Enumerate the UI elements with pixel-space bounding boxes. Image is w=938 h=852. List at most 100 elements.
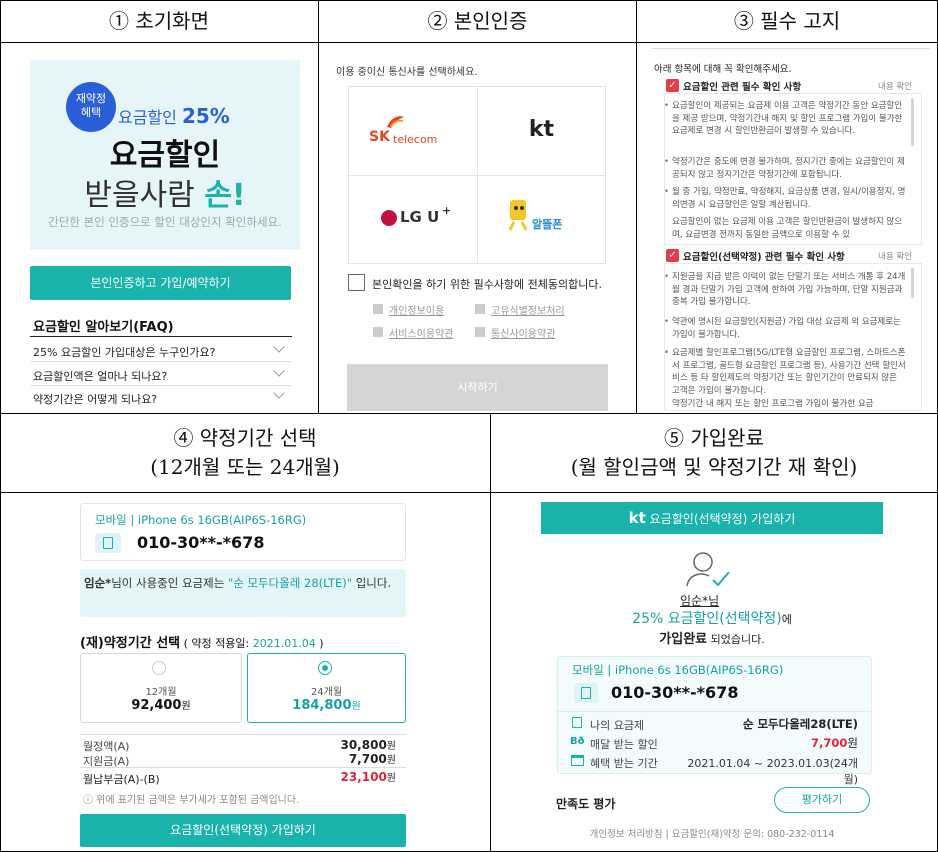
top-bar: kt 요금할인(선택약정) 가입하기	[541, 502, 883, 534]
device-label: 모바일 | iPhone 6s 16GB(AIP6S-16RG)	[572, 663, 784, 677]
notice-bullet: 요금할인이 없는 요금제 이용 고객은 할인반환금이 발생하지 않으며, 요금변…	[672, 216, 906, 243]
option-amount: 184,800원	[292, 698, 361, 713]
term-checkbox[interactable]	[373, 327, 383, 337]
row-value: 2021.01.04 ~ 2023.01.03(24개월)	[687, 757, 858, 786]
agree-all-label: 본인확인을 하기 위한 필수사항에 전체동의합니다.	[372, 278, 603, 291]
row-label: 매달 받는 할인	[590, 738, 658, 751]
skt-logo-icon	[387, 116, 404, 128]
plan-icon	[572, 717, 582, 728]
view-detail-link[interactable]: 내용 확인	[878, 250, 912, 262]
phone-icon	[95, 533, 121, 553]
discount-icon: Bð	[570, 736, 585, 747]
term-checkbox[interactable]	[373, 304, 383, 314]
scrollbar[interactable]	[911, 268, 914, 298]
survey-label: 만족도 평가	[556, 797, 616, 811]
option-label: 24개월	[310, 687, 343, 698]
faq-item[interactable]: 요금할인액은 얼마나 되나요?	[33, 368, 167, 384]
faq-title: 요금할인 알아보기(FAQ)	[33, 320, 174, 335]
chevron-down-icon[interactable]	[273, 365, 285, 377]
check-icon[interactable]: ✓	[666, 79, 679, 92]
hero-line2: 요금할인	[109, 138, 221, 173]
join-button[interactable]: 요금할인(선택약정) 가입하기	[80, 814, 406, 847]
alddle-mascot-icon	[508, 200, 528, 231]
carrier-prompt: 이용 중이신 통신사를 선택하세요.	[336, 67, 478, 78]
row-value: 7,700원	[811, 736, 858, 750]
step-header-1: ① 초기화면	[109, 9, 209, 33]
promo-badge: 재약정 혜택	[66, 82, 116, 132]
start-button[interactable]: 시작하기	[347, 364, 608, 411]
row-value: 30,800원	[340, 738, 396, 752]
footer-text: 개인정보 처리방침 | 요금할인(재)약정 문의: 080-232-0114	[589, 829, 835, 840]
vat-note: ⓘ 위에 표기된 금액은 부가세가 포함된 금액입니다.	[83, 795, 300, 806]
row-label: 월납부금(A)-(B)	[83, 773, 160, 786]
divider	[652, 48, 930, 49]
done-line1: 25% 요금할인(선택약정)에	[632, 611, 792, 627]
grid-line	[0, 42, 938, 43]
row-label: 나의 요금제	[590, 719, 645, 732]
faq-item[interactable]: 25% 요금할인 가입대상은 누구인가요?	[33, 344, 215, 360]
divider	[557, 711, 872, 712]
divider	[30, 361, 292, 362]
notice-bullet: 약관에 명시된 요금할인(지원금) 가입 대상 요금제 외 요금제로는 가입이 …	[664, 316, 906, 341]
option-label: 12개월	[145, 687, 177, 698]
grid-line	[636, 0, 637, 413]
calendar-icon	[571, 755, 584, 766]
divider	[30, 336, 292, 337]
survey-button[interactable]: 평가하기	[774, 787, 870, 813]
grid-line	[318, 0, 319, 413]
step-header-2: ② 본인인증	[427, 9, 528, 33]
hero-line1: 요금할인 25%	[118, 104, 230, 128]
term-checkbox[interactable]	[475, 304, 485, 314]
term-link[interactable]: 개인정보이용	[389, 302, 444, 317]
divider	[80, 767, 406, 768]
check-icon[interactable]: ✓	[666, 249, 679, 262]
lgu-logo-icon	[381, 210, 397, 226]
user-check-icon	[686, 552, 730, 587]
notice-bullet: 지원금을 지급 받은 이력이 없는 단말기 또는 서비스 개통 후 24개월 경…	[664, 271, 906, 309]
term-link[interactable]: 통신사이용약관	[491, 325, 555, 340]
hero-line3: 받을사람 손!	[84, 178, 246, 213]
view-detail-link[interactable]: 내용 확인	[878, 80, 912, 92]
carrier-alddle[interactable]: 알뜰폰	[478, 176, 605, 263]
carrier-skt[interactable]: SK telecom	[349, 87, 477, 175]
grid-line	[0, 492, 938, 493]
chevron-down-icon[interactable]	[273, 387, 285, 399]
device-label: 모바일 | iPhone 6s 16GB(AIP6S-16RG)	[95, 513, 307, 527]
notice-bullet: 약정기간은 중도에 변경 불가하며, 정지기간 중에는 요금할인이 제공되지 않…	[664, 156, 906, 181]
notice-intro: 아래 항목에 대해 꼭 확인해주세요.	[654, 64, 792, 75]
hero-desc: 간단한 본인 인증으로 할인 대상인지 확인하세요.	[48, 215, 282, 229]
chevron-down-icon[interactable]	[273, 341, 285, 353]
radio-icon[interactable]	[152, 661, 166, 675]
faq-item[interactable]: 약정기간은 어떻게 되나요?	[33, 391, 157, 407]
row-label: 혜택 받는 기간	[590, 757, 658, 770]
row-value: 23,100원	[340, 770, 396, 784]
carrier-kt[interactable]: kt	[478, 87, 605, 175]
notice-bullet: 월 중 가입, 약정만료, 약정해지, 요금상품 변경, 일시/이용정지, 명의…	[664, 186, 906, 211]
step-header-4: ④ 약정기간 선택 (12개월 또는 24개월)	[150, 426, 340, 479]
notice-bullet: 요금제별 할인프로그램(5G/LTE형 요금할인 프로그램, 스마트스폰서 프로…	[664, 347, 906, 397]
section2-title: 요금할인(선택약정) 관련 필수 확인 사항	[683, 252, 845, 263]
plan-info-text: 임순*님이 사용중인 요금제는 "순 모두다올레 28(LTE)" 입니다.	[84, 576, 392, 590]
divider	[80, 734, 406, 735]
notice-bullet: 약정기간 내 해지 또는 할인 프로그램 가입이 불가한 요금	[672, 398, 906, 411]
row-label: 월정액(A)	[83, 740, 130, 753]
divider	[30, 385, 292, 386]
phone-icon	[574, 683, 598, 703]
phone-number: 010-30**-*678	[137, 533, 265, 552]
option-amount: 92,400원	[131, 698, 191, 713]
term-link[interactable]: 서비스이용약관	[389, 325, 453, 340]
term-checkbox[interactable]	[475, 327, 485, 337]
term-link[interactable]: 고유식별정보처리	[491, 302, 565, 317]
radio-selected-icon[interactable]	[318, 661, 332, 675]
user-name: 임순*님	[680, 594, 720, 608]
verify-join-button[interactable]: 본인인증하고 가입/예약하기	[30, 266, 291, 300]
agree-all-checkbox[interactable]	[348, 274, 365, 291]
section1-title: 요금할인 관련 필수 확인 사항	[683, 82, 802, 93]
step-header-3: ③ 필수 고지	[733, 9, 841, 33]
scrollbar[interactable]	[911, 98, 914, 146]
row-value: 순 모두다올레28(LTE)	[742, 717, 858, 731]
step-header-5: ⑤ 가입완료 (월 할인금액 및 약정기간 재 확인)	[570, 426, 858, 479]
carrier-lgu[interactable]: LG U +	[349, 176, 477, 263]
phone-number: 010-30**-*678	[611, 683, 739, 702]
term-select-title: (재)약정기간 선택 ( 약정 적용일: 2021.01.04 )	[80, 636, 324, 651]
